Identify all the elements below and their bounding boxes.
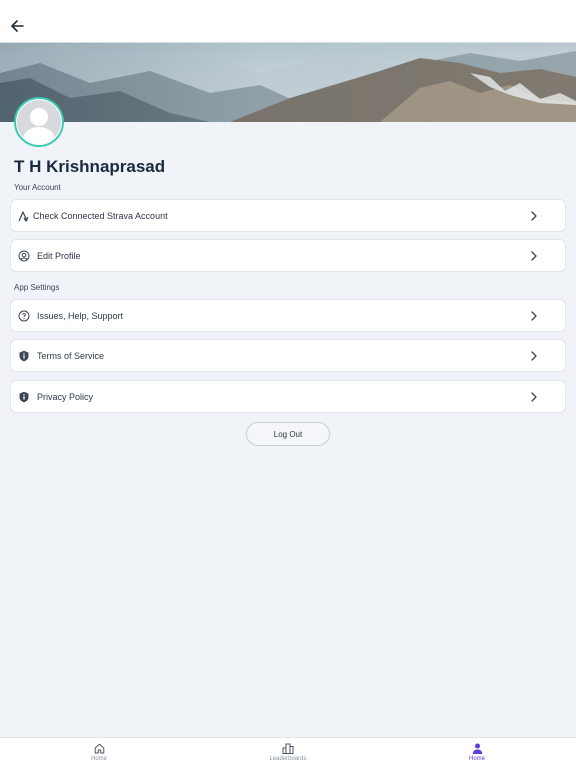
nav-label-profile: Home — [468, 756, 485, 762]
nav-item-leaderboards[interactable]: Leaderboards — [258, 742, 318, 766]
bottom-navigation: Home Leaderboards Home — [0, 737, 576, 768]
user-circle-icon — [18, 250, 30, 262]
menu-label-terms: Terms of Service — [37, 351, 105, 361]
nav-item-home[interactable]: Home — [69, 742, 129, 766]
menu-label-privacy: Privacy Policy — [37, 392, 94, 402]
avatar[interactable] — [14, 97, 64, 147]
section-label-app-settings: App Settings — [14, 283, 60, 292]
nav-item-profile[interactable]: Home — [447, 742, 507, 766]
person-icon — [471, 742, 483, 754]
back-button[interactable] — [8, 17, 26, 35]
menu-item-support[interactable]: Issues, Help, Support — [10, 299, 566, 332]
top-app-bar — [0, 0, 576, 43]
menu-item-privacy[interactable]: Privacy Policy — [10, 380, 566, 413]
default-avatar-icon — [17, 100, 61, 144]
chevron-right-icon — [529, 251, 539, 261]
menu-label-support: Issues, Help, Support — [37, 311, 124, 321]
menu-label-edit-profile: Edit Profile — [37, 251, 81, 261]
home-icon — [93, 742, 105, 754]
menu-item-strava[interactable]: Check Connected Strava Account — [10, 199, 566, 232]
menu-item-edit-profile[interactable]: Edit Profile — [10, 239, 566, 272]
strava-icon — [18, 210, 30, 222]
shield-info-icon — [18, 350, 30, 362]
chevron-right-icon — [529, 311, 539, 321]
arrow-left-icon — [11, 20, 24, 32]
shield-info-icon — [18, 391, 30, 403]
chevron-right-icon — [529, 392, 539, 402]
menu-label-strava: Check Connected Strava Account — [33, 211, 168, 221]
help-circle-icon — [18, 310, 30, 322]
profile-banner-image — [0, 43, 576, 122]
menu-item-terms[interactable]: Terms of Service — [10, 339, 566, 372]
nav-label-home: Home — [90, 756, 107, 762]
logout-button[interactable]: Log Out — [246, 422, 330, 446]
leaderboard-icon — [282, 742, 294, 754]
chevron-right-icon — [529, 211, 539, 221]
profile-name: T H Krishnaprasad — [14, 157, 166, 176]
section-label-your-account: Your Account — [14, 183, 61, 192]
nav-label-leaderboards: Leaderboards — [269, 756, 307, 762]
chevron-right-icon — [529, 351, 539, 361]
